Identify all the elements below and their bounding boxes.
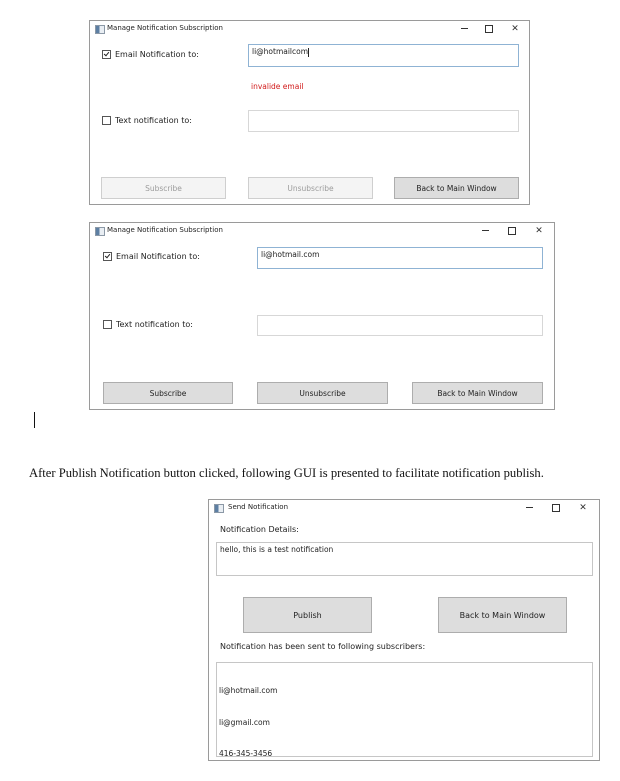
window-title: Send Notification xyxy=(228,503,289,511)
phone-input[interactable] xyxy=(248,110,519,132)
manage-subscription-window-invalid: Manage Notification Subscription ✕ Email… xyxy=(89,20,530,205)
subscribers-list[interactable]: li@hotmail.com li@gmail.com 416-345-3456 xyxy=(216,662,593,758)
sent-to-label: Notification has been sent to following … xyxy=(220,642,426,651)
window-title: Manage Notification Subscription xyxy=(107,226,223,234)
subscriber-item: 416-345-3456 xyxy=(219,749,273,758)
email-notification-label: Email Notification to: xyxy=(115,50,199,59)
text-notification-checkbox[interactable]: Text notification to: xyxy=(102,116,192,125)
email-notification-checkbox[interactable]: Email Notification to: xyxy=(103,252,200,261)
text-caret xyxy=(308,47,310,57)
close-icon[interactable]: ✕ xyxy=(532,224,546,238)
email-notification-label: Email Notification to: xyxy=(116,252,200,261)
email-error-message: invalide email xyxy=(251,82,304,91)
title-bar: Manage Notification Subscription ✕ xyxy=(90,21,529,39)
close-icon[interactable]: ✕ xyxy=(576,501,590,515)
back-to-main-button[interactable]: Back to Main Window xyxy=(438,597,567,633)
checkbox-unchecked-icon[interactable] xyxy=(102,116,111,125)
email-input[interactable]: li@hotmailcom xyxy=(248,44,519,67)
phone-input[interactable] xyxy=(257,315,543,336)
send-notification-window: Send Notification ✕ Notification Details… xyxy=(208,499,600,761)
checkbox-checked-icon[interactable] xyxy=(103,252,112,261)
window-title: Manage Notification Subscription xyxy=(107,24,223,32)
app-icon xyxy=(95,227,105,236)
text-notification-label: Text notification to: xyxy=(115,116,192,125)
checkbox-unchecked-icon[interactable] xyxy=(103,320,112,329)
back-to-main-button[interactable]: Back to Main Window xyxy=(394,177,519,199)
title-bar: Send Notification ✕ xyxy=(209,500,599,518)
notification-details-label: Notification Details: xyxy=(220,525,299,534)
maximize-icon[interactable] xyxy=(549,501,563,515)
minimize-icon[interactable] xyxy=(457,22,471,36)
notification-details-input[interactable]: hello, this is a test notification xyxy=(216,542,593,576)
email-input-value: li@hotmailcom xyxy=(252,47,309,56)
subscriber-item: li@gmail.com xyxy=(219,717,270,727)
email-notification-checkbox[interactable]: Email Notification to: xyxy=(102,50,199,59)
email-input[interactable]: li@hotmail.com xyxy=(257,247,543,269)
subscribe-button[interactable]: Subscribe xyxy=(101,177,226,199)
minimize-icon[interactable] xyxy=(522,501,536,515)
close-icon[interactable]: ✕ xyxy=(508,22,522,36)
maximize-icon[interactable] xyxy=(505,224,519,238)
back-to-main-button[interactable]: Back to Main Window xyxy=(412,382,543,404)
unsubscribe-button[interactable]: Unsubscribe xyxy=(257,382,388,404)
manage-subscription-window-valid: Manage Notification Subscription ✕ Email… xyxy=(89,222,555,410)
document-paragraph: After Publish Notification button clicke… xyxy=(29,466,544,480)
app-icon xyxy=(214,504,224,513)
minimize-icon[interactable] xyxy=(478,224,492,238)
text-notification-checkbox[interactable]: Text notification to: xyxy=(103,320,193,329)
unsubscribe-button[interactable]: Unsubscribe xyxy=(248,177,373,199)
app-icon xyxy=(95,25,105,34)
text-cursor xyxy=(34,412,35,428)
subscribe-button[interactable]: Subscribe xyxy=(103,382,233,404)
maximize-icon[interactable] xyxy=(482,22,496,36)
checkbox-checked-icon[interactable] xyxy=(102,50,111,59)
publish-button[interactable]: Publish xyxy=(243,597,372,633)
text-notification-label: Text notification to: xyxy=(116,320,193,329)
title-bar: Manage Notification Subscription ✕ xyxy=(90,223,554,241)
subscriber-item: li@hotmail.com xyxy=(219,686,278,695)
